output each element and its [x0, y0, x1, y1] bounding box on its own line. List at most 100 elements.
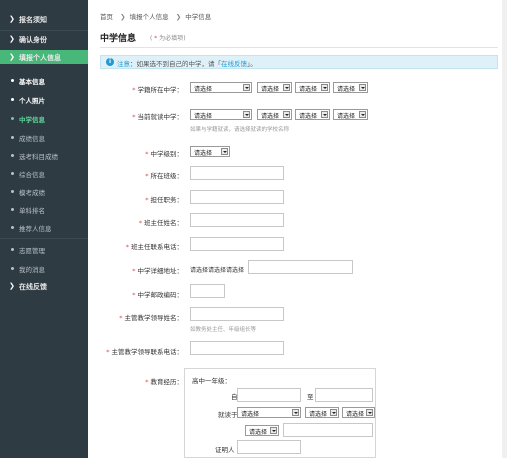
school-location-select-3[interactable]: 请选择	[295, 82, 330, 93]
info-icon: i	[106, 58, 114, 66]
teacher-phone-label: * 班主任联系电话：	[126, 241, 183, 251]
chevron-down-icon	[321, 84, 328, 91]
bullet-icon	[11, 267, 14, 270]
required-star: *	[145, 378, 149, 386]
bullet-icon	[11, 226, 14, 229]
chevron-down-icon	[283, 111, 290, 118]
chevron-right-icon: ❯	[9, 35, 15, 43]
school-location-select-4[interactable]: 请选择	[333, 82, 368, 93]
page-title: 中学信息	[100, 34, 137, 44]
sidebar-sub-label: 基本信息	[19, 78, 45, 86]
select-value: 请选择	[194, 150, 213, 157]
teacher-name-label: * 班主任姓名：	[139, 217, 183, 227]
current-school-select-1[interactable]: 请选择	[190, 109, 252, 120]
school-address-label: * 中学详细地址：	[132, 265, 183, 275]
teacher-phone-label-text: 班主任联系电话：	[131, 243, 183, 251]
required-star: *	[106, 348, 110, 356]
chevron-right-icon: ❯	[120, 13, 126, 21]
required-star: *	[154, 35, 158, 42]
school-location-label-text: 学籍所在中学：	[137, 86, 184, 94]
current-school-label: * 当前就读中学：	[132, 111, 183, 121]
select-value: 请选择	[249, 429, 268, 436]
required-note-text: 为必填项	[159, 35, 184, 42]
required-star: *	[132, 267, 136, 275]
sidebar-item-label: 填报个人信息	[19, 54, 61, 62]
leader-name-input[interactable]	[190, 307, 284, 321]
education-end-input[interactable]	[315, 388, 373, 402]
leader-name-label-text: 主管教学领导姓名：	[124, 314, 184, 322]
leader-name-label: * 主管教学领导姓名：	[119, 312, 183, 322]
school-address-label-text: 中学详细地址：	[137, 267, 184, 275]
education-label: * 教育经历：	[145, 376, 183, 386]
education-school-select-1[interactable]: 请选择	[237, 407, 301, 418]
sidebar-sub-label: 推荐人信息	[19, 225, 52, 233]
education-witness-input[interactable]	[237, 440, 301, 454]
divider	[0, 238, 88, 239]
school-location-select-2[interactable]: 请选择	[257, 82, 292, 93]
education-school-select-4[interactable]: 请选择	[245, 425, 279, 436]
postal-code-input[interactable]	[190, 284, 225, 298]
position-input[interactable]	[190, 190, 284, 204]
leader-phone-input[interactable]	[190, 341, 284, 355]
select-value: 请选择	[299, 86, 318, 93]
required-star: *	[132, 86, 136, 94]
select-value: 请选择	[241, 411, 260, 418]
notice-body: ：如果选不到自己的中学，请「	[130, 60, 221, 68]
postal-code-label-text: 中学邮政编码：	[137, 291, 184, 299]
chevron-down-icon	[330, 409, 337, 416]
select-value: 请选择	[337, 86, 356, 93]
divider	[0, 30, 88, 31]
current-school-select-3[interactable]: 请选择	[295, 109, 330, 120]
school-address-input[interactable]	[248, 260, 353, 274]
chevron-right-icon: ❯	[9, 53, 15, 61]
class-input[interactable]	[190, 166, 284, 180]
education-panel: 高中一年级： 自 至 就读于 请选择 请选择 请选择 请选择 证明人	[184, 368, 376, 458]
sidebar-sub-label: 中学信息	[19, 116, 45, 124]
sidebar-sub-label: 选考科目成绩	[19, 153, 58, 161]
select-value: 请选择	[194, 86, 213, 93]
leader-phone-label: * 主管教学领导联系电话：	[106, 346, 183, 356]
breadcrumb-home[interactable]: 首页	[100, 13, 113, 21]
select-value: 请选择	[261, 86, 280, 93]
sidebar-sub-label: 成绩信息	[19, 135, 45, 143]
position-label: * 担任职务：	[145, 194, 183, 204]
select-value: 请选择	[337, 113, 356, 120]
scrollbar[interactable]	[502, 0, 507, 458]
education-school-label: 就读于	[218, 411, 238, 419]
bullet-icon	[11, 248, 14, 251]
notice-banner: i 注意：如果选不到自己的中学，请「在线反馈」。	[100, 55, 498, 69]
breadcrumb-fill-info[interactable]: 填报个人信息	[130, 13, 169, 21]
education-school-input[interactable]	[283, 423, 373, 437]
sidebar: ❯ 报名须知 ❯ 确认身份 ❯ 填报个人信息 基本信息 个人照片 中学信息 成绩…	[0, 0, 88, 458]
education-to-label: 至	[307, 393, 314, 401]
select-value: 请选择	[299, 113, 318, 120]
education-label-text: 教育经历：	[150, 378, 184, 386]
chevron-down-icon	[243, 111, 250, 118]
school-level-select[interactable]: 请选择	[190, 146, 230, 157]
teacher-phone-input[interactable]	[190, 237, 284, 251]
chevron-right-icon: ❯	[9, 15, 15, 23]
current-school-select-2[interactable]: 请选择	[257, 109, 292, 120]
sidebar-sub-label: 志愿管理	[19, 247, 45, 255]
bullet-icon	[11, 172, 14, 175]
education-witness-label: 证明人	[215, 446, 235, 454]
current-school-select-4[interactable]: 请选择	[333, 109, 368, 120]
teacher-name-input[interactable]	[190, 213, 284, 227]
leader-phone-label-text: 主管教学领导联系电话：	[111, 348, 184, 356]
breadcrumb-current: 中学信息	[185, 13, 212, 21]
education-grade: 高中一年级：	[192, 377, 231, 385]
notice-suffix: 」。	[247, 60, 257, 68]
chevron-down-icon	[359, 111, 366, 118]
bullet-icon	[11, 98, 14, 101]
feedback-link[interactable]: 在线反馈	[221, 60, 247, 68]
chevron-down-icon	[243, 84, 250, 91]
chevron-down-icon	[292, 409, 299, 416]
select-value: 请选择	[194, 113, 213, 120]
notice-text: 注意：如果选不到自己的中学，请「在线反馈」。	[117, 58, 257, 68]
education-start-input[interactable]	[237, 388, 301, 402]
education-school-select-2[interactable]: 请选择	[305, 407, 339, 418]
education-school-select-3[interactable]: 请选择	[342, 407, 375, 418]
divider	[100, 47, 498, 48]
required-star: *	[138, 219, 142, 227]
school-location-select-1[interactable]: 请选择	[190, 82, 252, 93]
